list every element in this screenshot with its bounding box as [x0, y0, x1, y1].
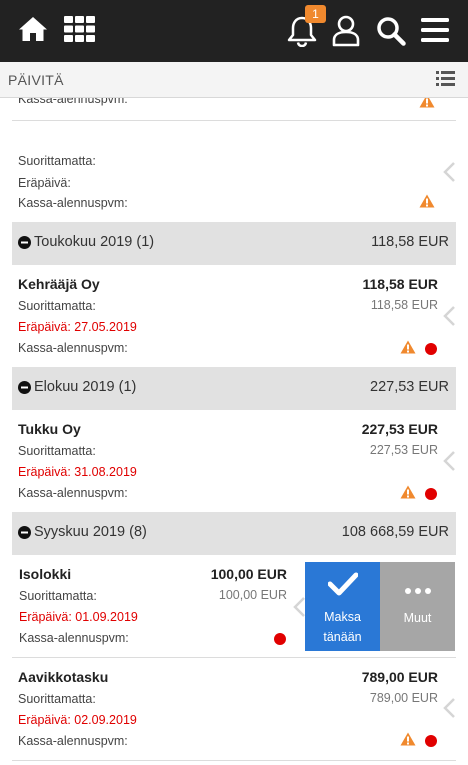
group-total: 108 668,59 EUR	[341, 524, 449, 540]
invoice-amount: 789,00 EUR	[361, 669, 438, 685]
group-header-syyskuu[interactable]: Syyskuu 2019 (8) 108 668,59 EUR	[12, 512, 456, 555]
overdue-indicator	[425, 343, 437, 355]
refresh-button[interactable]: PÄIVITÄ	[8, 72, 64, 88]
notification-badge: 1	[305, 5, 326, 23]
group-title: Elokuu 2019 (1)	[34, 379, 137, 395]
unpaid-amount: 227,53 EUR	[369, 443, 438, 457]
checkmark-icon	[328, 572, 358, 596]
collapse-icon[interactable]	[18, 236, 31, 249]
warning-icon	[400, 732, 416, 746]
customer-name: Tukku Oy	[18, 421, 81, 437]
unpaid-label: Suorittamatta:	[18, 444, 96, 458]
customer-name: Aavikkotasku	[18, 669, 109, 685]
action-bar: PÄIVITÄ	[0, 62, 468, 98]
customer-name: Kehrääjä Oy	[18, 276, 100, 292]
separator	[12, 760, 456, 761]
overdue-indicator	[425, 488, 437, 500]
collapse-icon[interactable]	[18, 526, 31, 539]
warning-icon	[419, 98, 435, 108]
invoice-list: Kassa-alennuspvm: Suorittamatta: Eräpäiv…	[0, 98, 468, 765]
group-total: 227,53 EUR	[370, 379, 449, 395]
unpaid-amount: 100,00 EUR	[218, 588, 287, 602]
discount-date-label: Kassa-alennuspvm:	[18, 98, 128, 106]
due-date: Eräpäivä: 27.05.2019	[18, 320, 137, 334]
user-icon[interactable]	[332, 15, 360, 47]
chevron-left-icon[interactable]	[292, 596, 306, 618]
other-actions-button[interactable]: Muut	[380, 562, 455, 651]
more-icon	[405, 588, 431, 594]
chevron-left-icon[interactable]	[442, 161, 456, 183]
search-icon[interactable]	[376, 16, 406, 46]
due-date: Eräpäivä: 31.08.2019	[18, 465, 137, 479]
grid-icon[interactable]	[64, 16, 95, 42]
pay-today-label-1: Maksa	[324, 610, 361, 624]
chevron-left-icon[interactable]	[442, 697, 456, 719]
group-header-toukokuu[interactable]: Toukokuu 2019 (1) 118,58 EUR	[12, 222, 456, 265]
unpaid-label: Suorittamatta:	[19, 589, 97, 603]
unpaid-amount: 118,58 EUR	[370, 298, 438, 312]
top-navigation-bar: 1	[0, 0, 468, 62]
hamburger-icon[interactable]	[421, 18, 449, 42]
overdue-indicator	[274, 633, 286, 645]
group-title: Toukokuu 2019 (1)	[34, 234, 155, 250]
other-actions-label: Muut	[403, 611, 432, 625]
group-total: 118,58 EUR	[371, 234, 449, 250]
warning-icon	[400, 340, 416, 354]
group-title: Syyskuu 2019 (8)	[34, 524, 147, 540]
collapse-icon[interactable]	[18, 381, 31, 394]
group-header-elokuu[interactable]: Elokuu 2019 (1) 227,53 EUR	[12, 367, 456, 410]
invoice-amount: 118,58 EUR	[362, 276, 439, 292]
separator	[12, 120, 456, 121]
home-icon[interactable]	[18, 15, 48, 43]
pay-today-label-2: tänään	[323, 630, 362, 644]
due-date-label: Eräpäivä:	[18, 176, 71, 190]
unpaid-label: Suorittamatta:	[18, 154, 96, 168]
unpaid-amount: 789,00 EUR	[369, 691, 438, 705]
discount-date-label: Kassa-alennuspvm:	[18, 341, 128, 355]
invoice-amount: 100,00 EUR	[210, 566, 287, 582]
discount-date-label: Kassa-alennuspvm:	[18, 734, 128, 748]
discount-date-label: Kassa-alennuspvm:	[19, 631, 129, 645]
list-icon[interactable]	[436, 71, 455, 86]
unpaid-label: Suorittamatta:	[18, 692, 96, 706]
swipe-actions: Maksa tänään Muut	[305, 562, 455, 651]
chevron-left-icon[interactable]	[442, 305, 456, 327]
unpaid-label: Suorittamatta:	[18, 299, 96, 313]
customer-name: Isolokki	[19, 566, 72, 582]
due-date: Eräpäivä: 02.09.2019	[18, 713, 137, 727]
discount-date-label: Kassa-alennuspvm:	[18, 196, 128, 210]
due-date: Eräpäivä: 01.09.2019	[19, 610, 138, 624]
invoice-amount: 227,53 EUR	[361, 421, 438, 437]
overdue-indicator	[425, 735, 437, 747]
pay-today-button[interactable]: Maksa tänään	[305, 562, 380, 651]
chevron-left-icon[interactable]	[442, 450, 456, 472]
warning-icon	[419, 194, 435, 208]
discount-date-label: Kassa-alennuspvm:	[18, 486, 128, 500]
warning-icon	[400, 485, 416, 499]
